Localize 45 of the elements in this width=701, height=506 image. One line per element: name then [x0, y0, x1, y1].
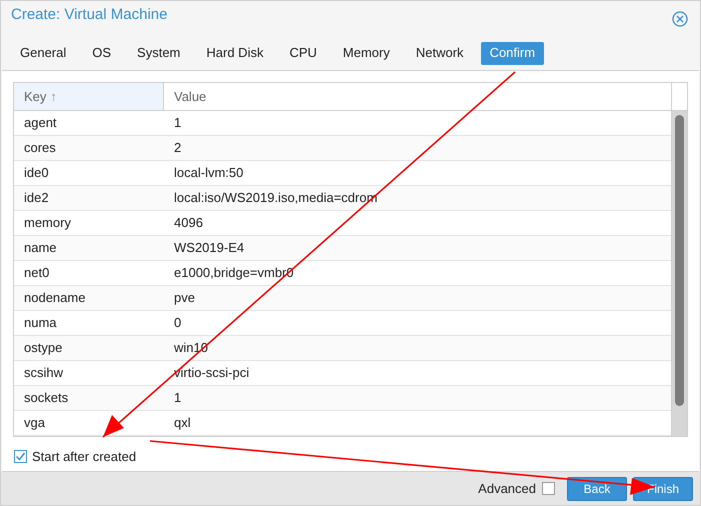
- table-cell-text: 1: [173, 389, 182, 408]
- tab[interactable]: OS: [83, 42, 120, 64]
- tab[interactable]: System: [128, 42, 190, 64]
- tab[interactable]: Network: [406, 42, 473, 64]
- tab[interactable]: General: [11, 42, 76, 64]
- close-icon[interactable]: [672, 11, 688, 27]
- table-cell-text: 1: [173, 114, 182, 132]
- table-cell-text: agent: [23, 114, 58, 132]
- checkbox[interactable]: [14, 450, 27, 464]
- table-cell-text: nodename: [23, 289, 86, 308]
- table-cell-text: ide2: [23, 189, 50, 208]
- table-cell-text: numa: [23, 314, 58, 332]
- table-cell-text: WS2019-E4: [173, 239, 246, 258]
- table-cell-text: local-lvm:50: [173, 164, 244, 182]
- table-cell-text: name: [23, 239, 58, 258]
- checkbox-label: Start after created: [32, 448, 136, 466]
- sort-icon: ↑: [50, 86, 57, 106]
- checkbox-label: Advanced: [478, 480, 536, 498]
- column-label: Value: [174, 88, 206, 106]
- column-label: Key: [24, 88, 46, 106]
- checkbox[interactable]: [542, 482, 555, 495]
- window-title: Create: Virtual Machine: [11, 4, 168, 25]
- table-cell-text: sockets: [23, 389, 70, 408]
- table-cell-text: pve: [173, 289, 196, 308]
- table-cell-text: ide0: [23, 164, 50, 182]
- table-cell-text: 0: [173, 314, 182, 332]
- table-cell-text: 4096: [173, 214, 204, 232]
- table-cell-text: ostype: [23, 339, 64, 358]
- tab[interactable]: CPU: [280, 42, 326, 64]
- table-row[interactable]: name WS2019-E4: [14, 236, 671, 261]
- table-cell-text: net0: [23, 264, 50, 282]
- tab[interactable]: Hard Disk: [197, 42, 272, 64]
- column-header[interactable]: Key ↑: [14, 83, 164, 110]
- table-cell-text: cores: [23, 139, 57, 158]
- table-cell-text: scsihw: [23, 364, 64, 382]
- table-cell-text: 2: [173, 139, 182, 158]
- scrollbar-thumb[interactable]: [675, 115, 684, 406]
- table-row[interactable]: cores 2: [14, 136, 671, 161]
- table-cell-text: memory: [23, 214, 72, 232]
- table-cell-text: vga: [23, 414, 46, 432]
- tab[interactable]: Memory: [334, 42, 399, 64]
- table-row[interactable]: sockets 1: [14, 386, 671, 411]
- table-row[interactable]: nodename pve: [14, 286, 671, 311]
- table-cell-text: qxl: [173, 414, 192, 432]
- table-cell-text: virtio-scsi-pci: [173, 364, 250, 382]
